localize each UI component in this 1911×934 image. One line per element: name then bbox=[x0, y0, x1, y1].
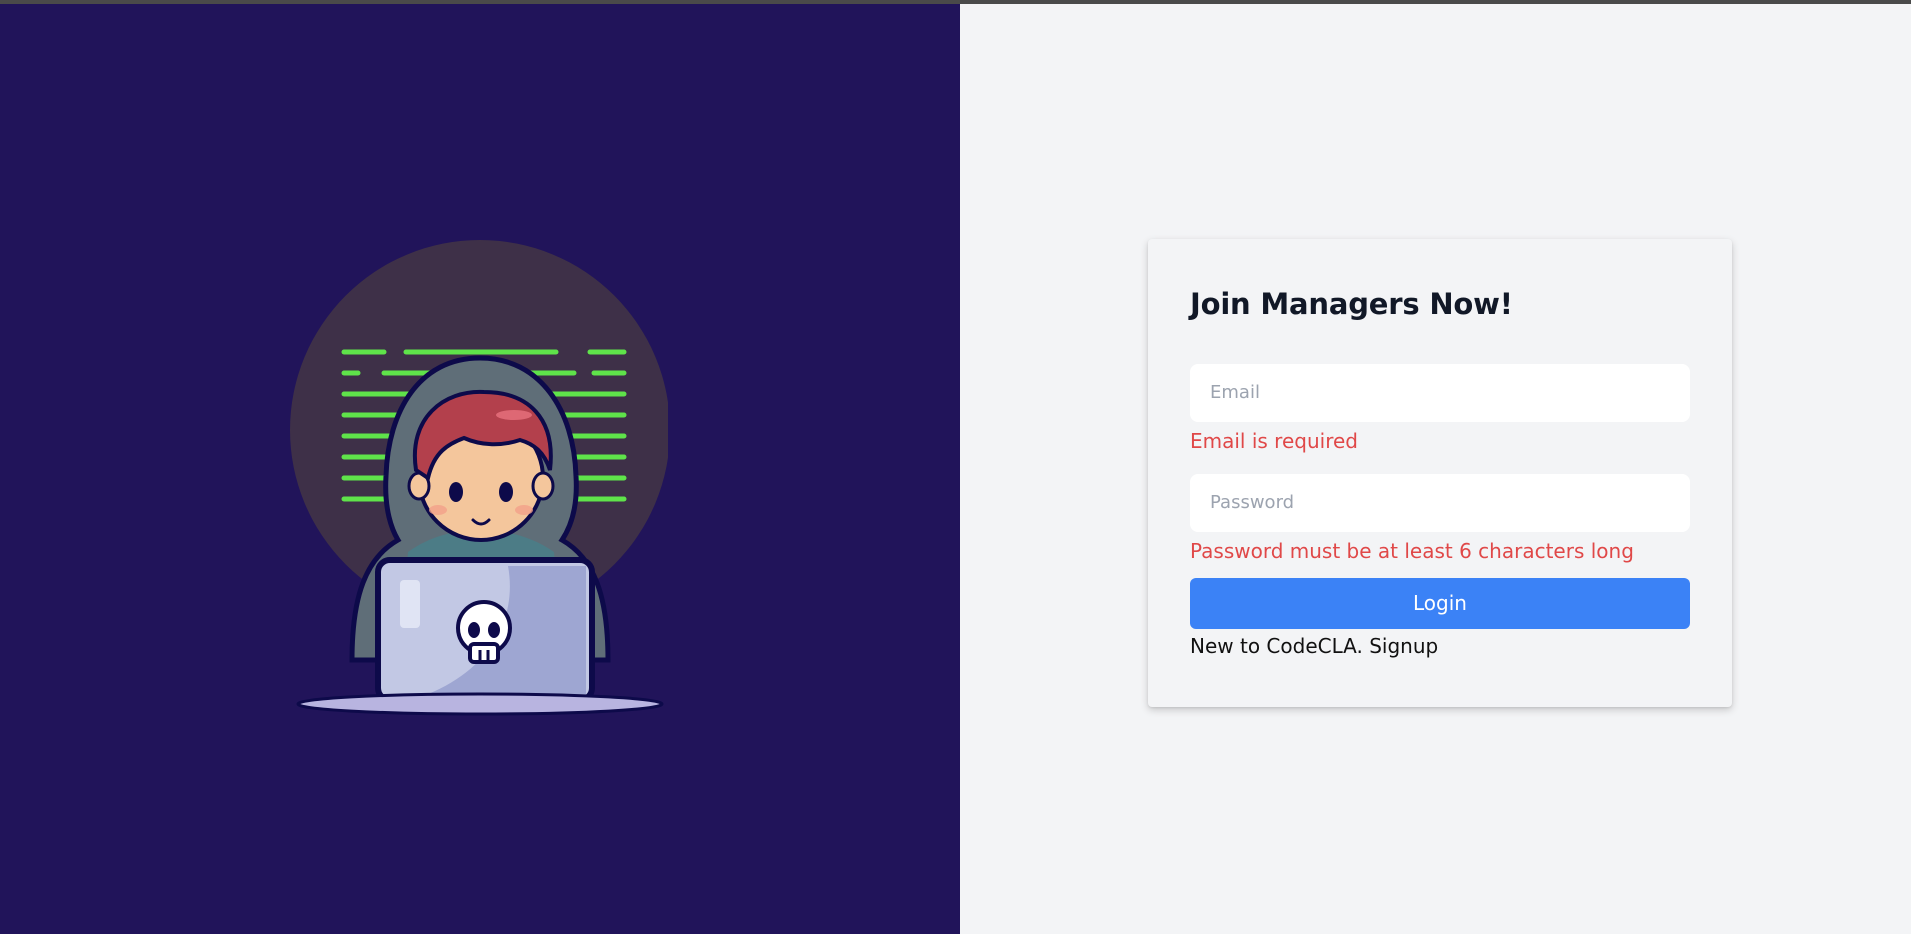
signup-prefix: New to CodeCLA. bbox=[1190, 633, 1370, 658]
form-title: Join Managers Now! bbox=[1190, 287, 1513, 321]
illustration-panel bbox=[0, 4, 960, 934]
password-field-group: Password must be at least 6 characters l… bbox=[1190, 473, 1690, 564]
signup-prompt: New to CodeCLA. Signup bbox=[1190, 633, 1690, 659]
password-input[interactable] bbox=[1190, 473, 1690, 532]
password-error: Password must be at least 6 characters l… bbox=[1190, 538, 1634, 563]
login-button[interactable]: Login bbox=[1190, 577, 1690, 629]
email-error: Email is required bbox=[1190, 428, 1358, 453]
hacker-illustration bbox=[290, 240, 668, 716]
signup-link[interactable]: Signup bbox=[1369, 634, 1438, 658]
email-input[interactable] bbox=[1190, 363, 1690, 422]
login-card: Join Managers Now! Email is required Pas… bbox=[1148, 239, 1732, 707]
email-field-group: Email is required bbox=[1190, 363, 1690, 454]
form-panel: Join Managers Now! Email is required Pas… bbox=[960, 4, 1911, 934]
